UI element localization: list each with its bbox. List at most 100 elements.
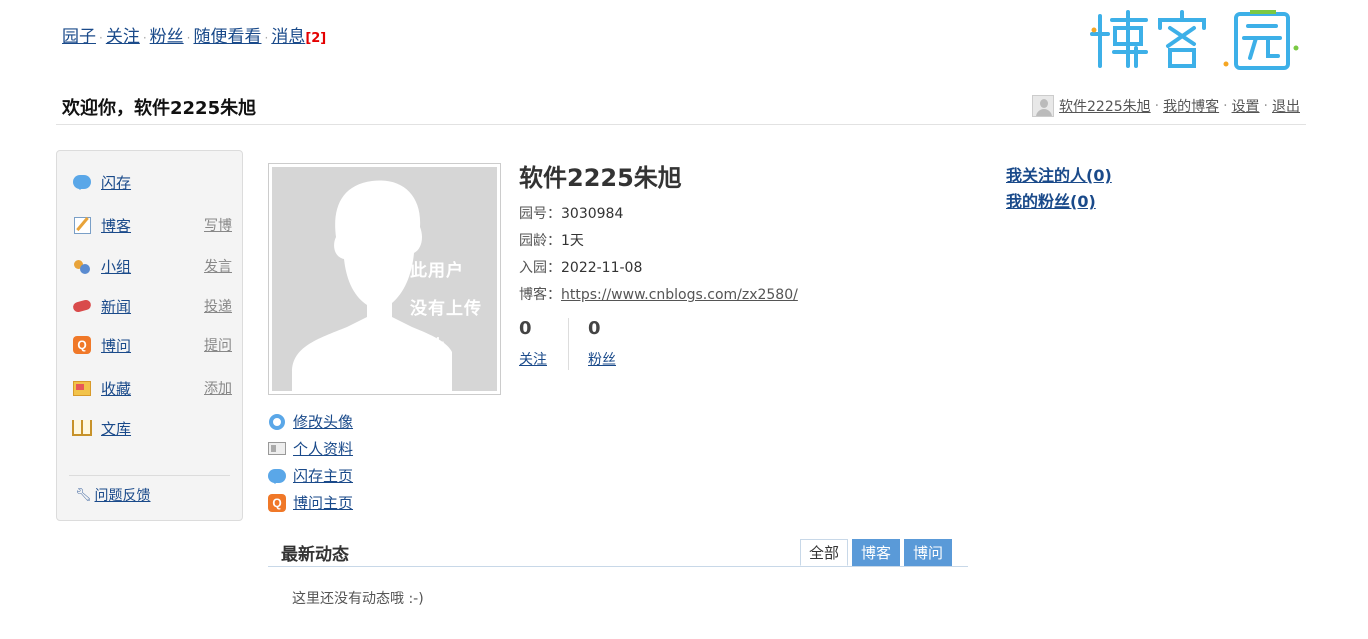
nav-following-link[interactable]: 关注 xyxy=(106,27,140,47)
avatar-placeholder: 此用户 没有上传 照片 xyxy=(272,167,497,391)
follow-summary: 我关注的人(0) 我的粉丝(0) xyxy=(1006,163,1112,215)
submit-news-link[interactable]: 投递 xyxy=(204,296,232,316)
profile-blog-label: 博客： xyxy=(519,287,561,303)
following-link[interactable]: 关注 xyxy=(519,349,547,369)
my-following-link[interactable]: 我关注的人(0) xyxy=(1006,163,1112,189)
edit-avatar-link[interactable]: 修改头像 xyxy=(293,411,353,432)
sidebar-link-group[interactable]: 小组 xyxy=(101,256,131,277)
message-count-badge[interactable]: [2] xyxy=(305,31,326,46)
sidebar-item-flash: 闪存 xyxy=(72,171,232,193)
no-photo-line: 没有上传 xyxy=(410,299,482,319)
group-post-link[interactable]: 发言 xyxy=(204,256,232,276)
sidebar-link-question[interactable]: 博问 xyxy=(101,335,131,356)
nav-separator: · xyxy=(264,31,269,45)
userbar-separator: · xyxy=(1154,98,1160,114)
user-avatar-thumbnail[interactable] xyxy=(1032,95,1054,117)
sidebar-link-flash[interactable]: 闪存 xyxy=(101,172,131,193)
nav-separator: · xyxy=(142,31,147,45)
profile-blog-row: 博客：https://www.cnblogs.com/zx2580/ xyxy=(519,284,798,304)
profile-joined-row: 入园：2022-11-08 xyxy=(519,257,642,277)
feed-tabs: 全部 博客 博问 xyxy=(796,539,952,566)
flash-icon xyxy=(268,467,286,485)
question-icon: Q xyxy=(268,493,286,512)
blog-icon xyxy=(72,215,92,235)
sidebar-item-library: 文库 xyxy=(72,417,232,439)
tab-question[interactable]: 博问 xyxy=(903,539,952,566)
ask-question-link[interactable]: 提问 xyxy=(204,335,232,355)
profile-info-row: 个人资料 xyxy=(268,438,353,459)
following-count: 0 xyxy=(519,318,532,339)
group-icon xyxy=(72,256,92,276)
flash-icon xyxy=(72,172,92,192)
question-home-link[interactable]: 博问主页 xyxy=(293,492,353,513)
question-home-row: Q 博问主页 xyxy=(268,492,353,513)
user-bar: 软件2225朱旭 · 我的博客 · 设置 · 退出 xyxy=(1032,95,1300,117)
feed-title: 最新动态 xyxy=(281,545,349,565)
nav-followers-link[interactable]: 粉丝 xyxy=(150,27,184,47)
sidebar-item-question: Q 博问 提问 xyxy=(72,334,232,356)
logout-link[interactable]: 退出 xyxy=(1272,96,1300,116)
write-blog-link[interactable]: 写博 xyxy=(204,215,232,235)
my-followers-link[interactable]: 我的粉丝(0) xyxy=(1006,189,1112,215)
feed-empty-message: 这里还没有动态哦 :-) xyxy=(292,591,424,607)
flash-home-row: 闪存主页 xyxy=(268,465,353,486)
followers-link[interactable]: 粉丝 xyxy=(588,349,616,369)
nav-browse-link[interactable]: 随便看看 xyxy=(193,27,261,47)
profile-joined-label: 入园： xyxy=(519,260,561,276)
sidebar-link-library[interactable]: 文库 xyxy=(101,418,131,439)
cnblogs-logo[interactable] xyxy=(1090,8,1304,74)
profile-age-label: 园龄： xyxy=(519,233,561,249)
edit-avatar-row: 修改头像 xyxy=(268,411,353,432)
tab-all[interactable]: 全部 xyxy=(799,539,848,566)
welcome-heading: 欢迎你，软件2225朱旭 xyxy=(62,98,257,119)
profile-avatar: 此用户 没有上传 照片 xyxy=(268,163,501,395)
sidebar-item-news: 新闻 投递 xyxy=(72,295,232,317)
profile-id-label: 园号： xyxy=(519,206,561,222)
userbar-separator: · xyxy=(1223,98,1228,114)
feedback-link[interactable]: 问题反馈 xyxy=(95,485,151,505)
sidebar-link-favorites[interactable]: 收藏 xyxy=(101,378,131,399)
personal-info-link[interactable]: 个人资料 xyxy=(293,438,353,459)
tab-blog[interactable]: 博客 xyxy=(851,539,900,566)
question-icon: Q xyxy=(72,335,92,355)
add-favorite-link[interactable]: 添加 xyxy=(204,378,232,398)
favorite-icon xyxy=(72,378,92,398)
news-icon xyxy=(72,296,92,316)
sidebar-item-favorites: 收藏 添加 xyxy=(72,377,232,399)
no-photo-line: 照片 xyxy=(410,337,446,357)
stats-divider xyxy=(568,318,569,370)
profile-age-value: 1天 xyxy=(561,233,584,249)
id-card-icon xyxy=(268,440,286,458)
sidebar-link-blog[interactable]: 博客 xyxy=(101,215,131,236)
wrench-icon: 🔧︎ xyxy=(75,487,92,503)
profile-blog-url-link[interactable]: https://www.cnblogs.com/zx2580/ xyxy=(561,287,798,303)
nav-messages-link[interactable]: 消息 xyxy=(271,27,305,47)
settings-link[interactable]: 设置 xyxy=(1232,96,1260,116)
no-photo-line: 此用户 xyxy=(410,261,464,281)
sidebar-item-blog: 博客 写博 xyxy=(72,214,232,236)
nav-separator: · xyxy=(186,31,191,45)
my-blog-link[interactable]: 我的博客 xyxy=(1163,96,1219,116)
nav-garden-link[interactable]: 园子 xyxy=(62,27,96,47)
nav-separator: · xyxy=(99,31,103,45)
sidebar: 闪存 博客 写博 小组 发言 新闻 投递 Q 博问 提问 收藏 添加 文库 🔧︎… xyxy=(56,150,243,521)
sidebar-link-news[interactable]: 新闻 xyxy=(101,296,131,317)
profile-id-row: 园号：3030984 xyxy=(519,203,623,223)
gear-icon xyxy=(268,413,286,431)
library-icon xyxy=(72,418,92,438)
username-link[interactable]: 软件2225朱旭 xyxy=(1059,96,1151,116)
header-divider xyxy=(56,124,1306,125)
sidebar-divider xyxy=(69,475,230,476)
userbar-separator: · xyxy=(1263,98,1268,114)
sidebar-item-group: 小组 发言 xyxy=(72,255,232,277)
flash-home-link[interactable]: 闪存主页 xyxy=(293,465,353,486)
followers-count: 0 xyxy=(588,318,601,339)
logo-graphic xyxy=(1090,10,1299,70)
feedback-row: 🔧︎ 问题反馈 xyxy=(75,485,151,505)
profile-age-row: 园龄：1天 xyxy=(519,230,584,250)
top-nav: 园子 · 关注 · 粉丝 · 随便看看 · 消息[2] xyxy=(62,22,326,47)
no-photo-caption: 此用户 没有上传 照片 xyxy=(410,252,482,366)
profile-id-value: 3030984 xyxy=(561,206,624,222)
profile-joined-value: 2022-11-08 xyxy=(561,260,643,276)
feed-header: 最新动态 全部 博客 博问 xyxy=(268,538,968,567)
